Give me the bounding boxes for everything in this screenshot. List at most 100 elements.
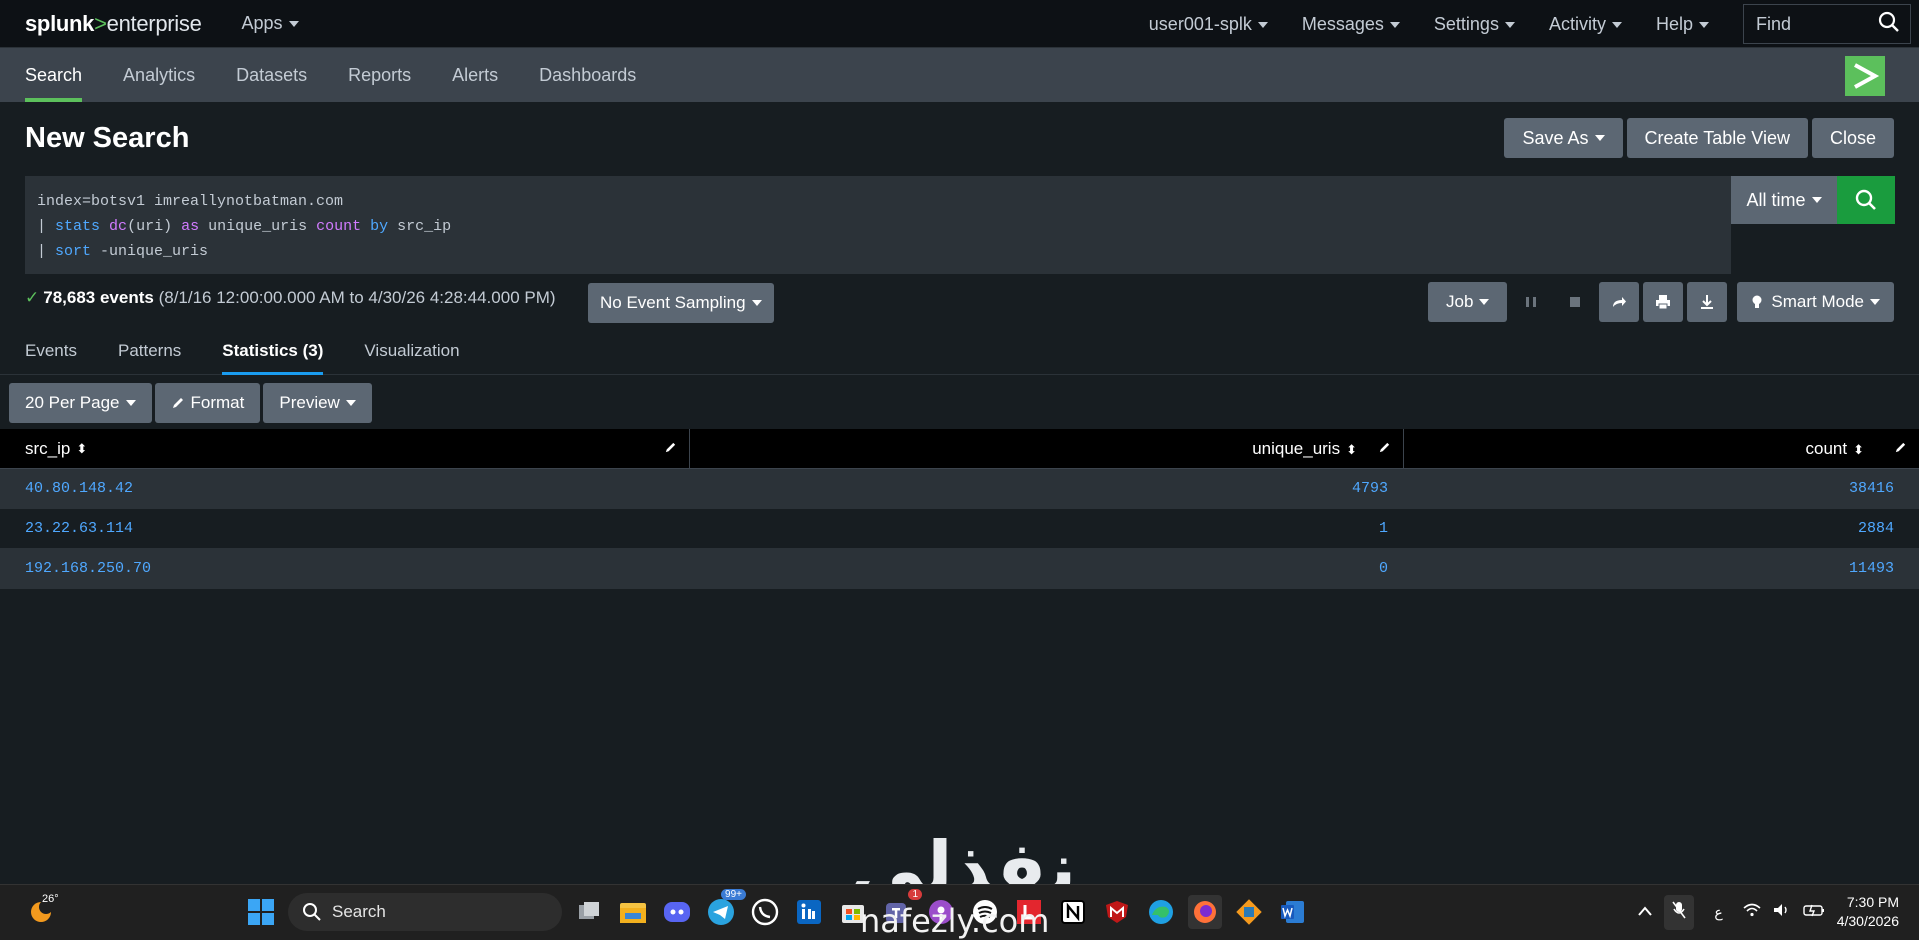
job-menu[interactable]: Job: [1427, 282, 1508, 322]
query-line-1: index=botsv1 imreallynotbatman.com: [37, 193, 344, 210]
language-indicator[interactable]: ع: [1714, 904, 1722, 921]
search-query-editor[interactable]: index=botsv1 imreallynotbatman.com | sta…: [25, 176, 1731, 274]
close-button[interactable]: Close: [1811, 118, 1894, 158]
stop-icon[interactable]: [1555, 282, 1595, 322]
splunk-logo[interactable]: splunk>enterprise: [25, 11, 202, 37]
check-icon: ✓: [25, 288, 40, 307]
share-icon[interactable]: [1599, 282, 1640, 322]
nav-item-dashboards[interactable]: Dashboards: [539, 48, 636, 102]
format-label: Format: [190, 393, 245, 412]
firefox-icon[interactable]: [1188, 895, 1222, 929]
column-header-count[interactable]: count ⬍: [1404, 429, 1919, 468]
create-table-view-button[interactable]: Create Table View: [1626, 118, 1808, 158]
discord-icon[interactable]: [660, 895, 694, 929]
watermark-url: nafezly.com: [860, 902, 1050, 940]
page-title: New Search: [25, 122, 190, 154]
mcafee-icon[interactable]: [1100, 895, 1134, 929]
export-icon[interactable]: [1687, 282, 1728, 322]
search-bar: index=botsv1 imreallynotbatman.com | sta…: [25, 176, 1895, 274]
wifi-icon[interactable]: [1743, 903, 1761, 922]
activity-menu[interactable]: Activity: [1549, 14, 1622, 35]
user-menu[interactable]: user001-splk: [1149, 14, 1268, 35]
sort-icon: ⬍: [1346, 441, 1357, 457]
word-icon[interactable]: [1276, 895, 1310, 929]
pencil-icon[interactable]: [1378, 439, 1391, 459]
cell-src-ip[interactable]: 192.168.250.70: [0, 560, 690, 577]
nav-item-analytics[interactable]: Analytics: [123, 48, 195, 102]
file-explorer-icon[interactable]: [616, 895, 650, 929]
cell-count[interactable]: 11493: [1404, 560, 1919, 577]
query-pipe: |: [37, 218, 56, 235]
cell-count[interactable]: 2884: [1404, 520, 1919, 537]
apps-menu[interactable]: Apps: [242, 13, 299, 34]
event-sampling-dropdown[interactable]: No Event Sampling: [588, 283, 774, 323]
cell-src-ip[interactable]: 23.22.63.114: [0, 520, 690, 537]
query-arg: (uri): [127, 218, 182, 235]
event-time-range: (8/1/16 12:00:00.000 AM to 4/30/26 4:28:…: [158, 288, 556, 307]
column-header-src-ip[interactable]: src_ip ⬍: [0, 429, 690, 468]
cell-unique-uris[interactable]: 0: [690, 560, 1404, 577]
cell-unique-uris[interactable]: 1: [690, 520, 1404, 537]
help-menu[interactable]: Help: [1656, 14, 1709, 35]
search-mode-label: Smart Mode: [1771, 292, 1864, 311]
cell-src-ip[interactable]: 40.80.148.42: [0, 480, 690, 497]
search-app-icon[interactable]: [1845, 56, 1885, 96]
cell-unique-uris[interactable]: 4793: [690, 480, 1404, 497]
search-icon: [303, 903, 321, 921]
tab-events[interactable]: Events: [25, 327, 77, 375]
linkedin-icon[interactable]: [792, 895, 826, 929]
time-range-picker[interactable]: All time: [1731, 176, 1837, 224]
print-icon[interactable]: [1643, 282, 1684, 322]
battery-icon[interactable]: [1803, 903, 1825, 922]
nav-item-alerts[interactable]: Alerts: [452, 48, 498, 102]
windows-start-icon[interactable]: [244, 895, 278, 929]
task-view-icon[interactable]: [572, 895, 606, 929]
cell-count[interactable]: 38416: [1404, 480, 1919, 497]
messages-menu[interactable]: Messages: [1302, 14, 1400, 35]
tab-statistics[interactable]: Statistics (3): [222, 327, 324, 375]
notion-icon[interactable]: [1056, 895, 1090, 929]
column-header-unique-uris[interactable]: unique_uris ⬍: [690, 429, 1404, 468]
tab-visualization[interactable]: Visualization: [364, 327, 459, 375]
run-search-button[interactable]: [1837, 176, 1895, 224]
search-icon[interactable]: [1878, 11, 1900, 38]
volume-icon[interactable]: [1773, 903, 1791, 922]
query-keyword-by: by: [370, 218, 389, 235]
user-menu-label: user001-splk: [1148, 13, 1252, 34]
telegram-icon[interactable]: 99+: [704, 889, 746, 929]
pencil-icon[interactable]: [664, 439, 677, 459]
lightbulb-icon: [1752, 295, 1762, 308]
per-page-dropdown[interactable]: 20 Per Page: [9, 383, 152, 423]
clock[interactable]: 7:30 PM 4/30/2026: [1837, 893, 1899, 931]
results-tabs: Events Patterns Statistics (3) Visualiza…: [0, 327, 1919, 375]
table-row: 192.168.250.70 0 11493: [0, 549, 1919, 589]
taskbar-search[interactable]: Search: [288, 893, 562, 931]
tab-patterns[interactable]: Patterns: [118, 327, 181, 375]
mic-muted-icon[interactable]: [1664, 894, 1695, 930]
weather-temp: 26°: [42, 893, 59, 905]
time-range-label: All time: [1746, 189, 1806, 210]
column-label: src_ip: [25, 438, 71, 458]
preview-dropdown[interactable]: Preview: [263, 383, 372, 423]
search-mode-dropdown[interactable]: Smart Mode: [1737, 282, 1894, 322]
logo-brand: splunk: [25, 10, 95, 36]
chevron-up-icon[interactable]: [1638, 903, 1653, 921]
apps-label: Apps: [241, 13, 283, 33]
event-sampling-label: No Event Sampling: [600, 293, 746, 312]
telegram-badge: 99+: [721, 889, 746, 900]
edge-icon[interactable]: [1144, 895, 1178, 929]
nav-item-search[interactable]: Search: [25, 48, 83, 102]
find-input[interactable]: [1756, 13, 1866, 35]
whatsapp-icon[interactable]: [748, 895, 782, 929]
query-function-dc: dc: [109, 218, 128, 235]
logo-product: enterprise: [106, 10, 202, 36]
format-button[interactable]: Format: [154, 383, 261, 423]
pause-icon[interactable]: [1511, 282, 1551, 322]
virtualbox-icon[interactable]: [1232, 895, 1266, 929]
pencil-icon[interactable]: [1894, 439, 1907, 459]
nav-item-datasets[interactable]: Datasets: [236, 48, 307, 102]
nav-item-reports[interactable]: Reports: [348, 48, 411, 102]
settings-menu[interactable]: Settings: [1434, 14, 1515, 35]
save-as-button[interactable]: Save As: [1504, 118, 1623, 158]
results-toolbar: 20 Per Page Format Preview: [9, 383, 372, 423]
